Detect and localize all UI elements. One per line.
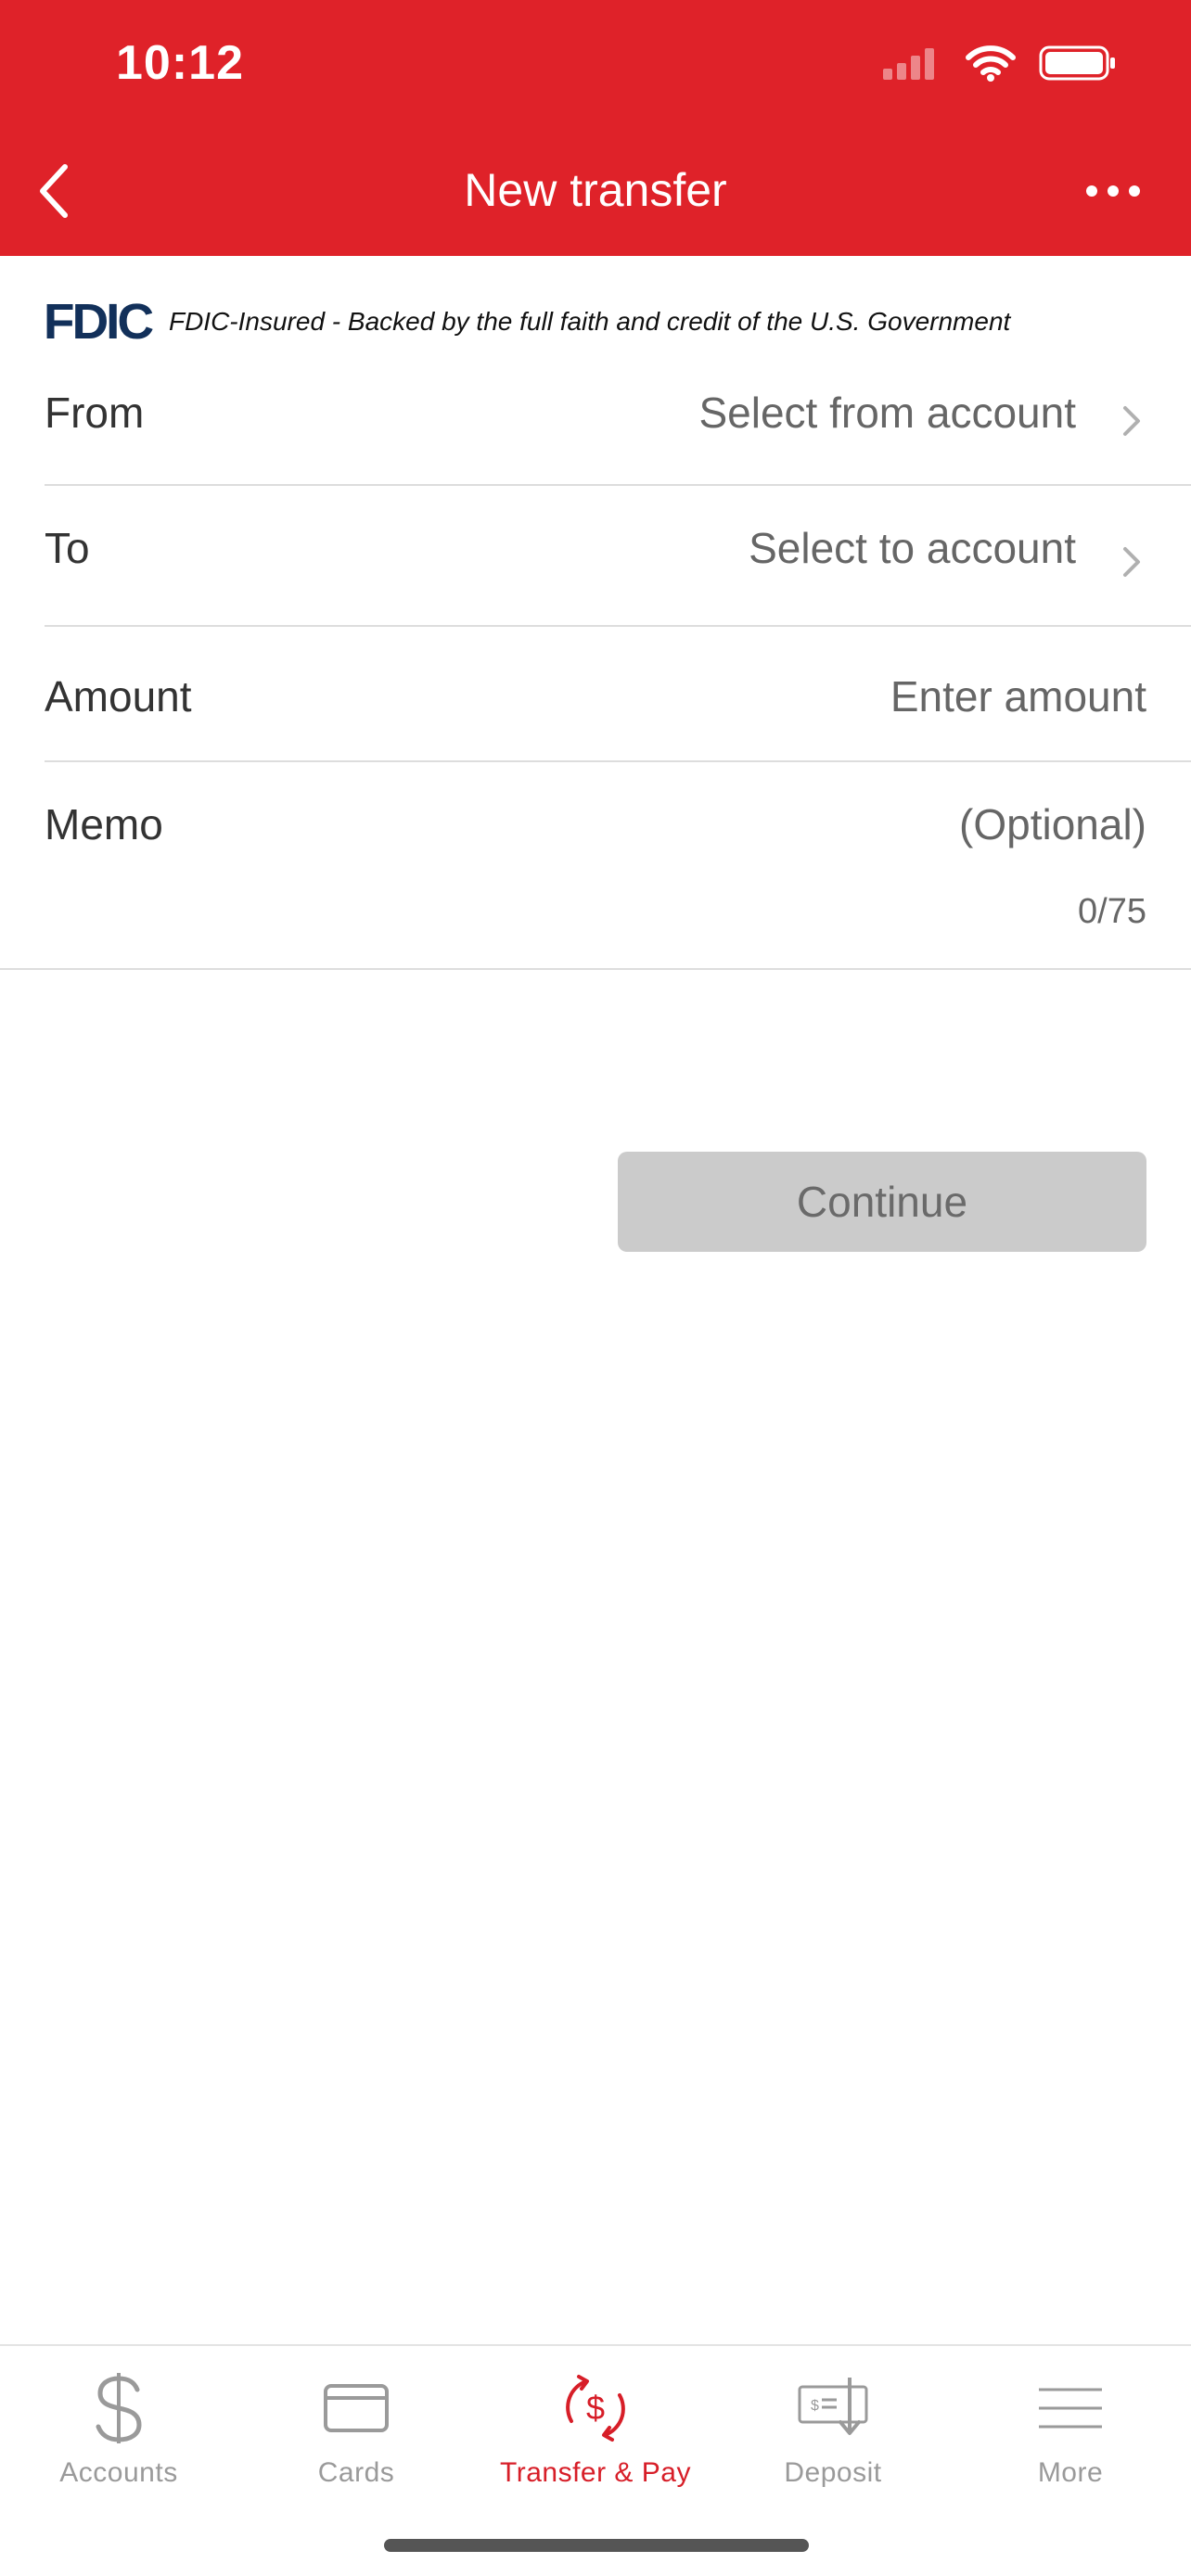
memo-label: Memo xyxy=(45,800,163,848)
card-icon xyxy=(310,2366,403,2450)
continue-button[interactable]: Continue xyxy=(618,1152,1146,1252)
memo-input[interactable]: (Optional) xyxy=(959,799,1146,849)
battery-icon xyxy=(1039,45,1115,81)
memo-row[interactable]: Memo (Optional) 0/75 xyxy=(0,762,1191,970)
menu-icon xyxy=(1024,2366,1117,2450)
dollar-icon xyxy=(72,2366,165,2450)
tab-transfer-pay[interactable]: $ Transfer & Pay xyxy=(477,2346,714,2504)
tab-accounts[interactable]: Accounts xyxy=(0,2346,237,2504)
from-label: From xyxy=(45,389,145,437)
memo-character-counter: 0/75 xyxy=(1078,892,1146,931)
from-account-row[interactable]: From Select from account xyxy=(45,352,1191,486)
to-account-row[interactable]: To Select to account xyxy=(45,486,1191,627)
ellipsis-icon xyxy=(1086,185,1140,197)
to-account-value: Select to account xyxy=(749,524,1076,572)
tab-deposit[interactable]: $ Deposit xyxy=(714,2346,952,2504)
page-title: New transfer xyxy=(464,164,727,216)
from-account-value: Select from account xyxy=(698,389,1076,437)
amount-row[interactable]: Amount Enter amount xyxy=(45,627,1191,762)
more-options-button[interactable] xyxy=(1076,165,1150,217)
tab-label: Deposit xyxy=(784,2457,882,2488)
check-deposit-icon: $ xyxy=(787,2366,879,2450)
svg-text:$: $ xyxy=(586,2389,605,2427)
to-label: To xyxy=(45,524,90,572)
wifi-icon xyxy=(966,45,1016,82)
status-time: 10:12 xyxy=(116,36,244,90)
tab-label: Accounts xyxy=(59,2457,178,2488)
app-header: 10:12 New transfer xyxy=(0,0,1191,256)
fdic-logo: FDIC xyxy=(43,294,154,350)
tab-cards[interactable]: Cards xyxy=(237,2346,475,2504)
amount-label: Amount xyxy=(45,672,192,721)
transfer-icon: $ xyxy=(549,2366,642,2450)
cellular-signal-icon xyxy=(883,46,939,80)
chevron-right-icon xyxy=(1123,406,1140,436)
svg-text:$: $ xyxy=(811,2398,819,2414)
tab-label: More xyxy=(1037,2457,1104,2488)
tab-more[interactable]: More xyxy=(952,2346,1189,2504)
home-indicator[interactable] xyxy=(384,2539,809,2552)
fdic-banner: FDIC FDIC-Insured - Backed by the full f… xyxy=(43,294,1011,350)
fdic-notice: FDIC-Insured - Backed by the full faith … xyxy=(168,307,1011,336)
chevron-right-icon xyxy=(1123,547,1140,577)
transfer-screen: 10:12 New transfer FDIC FDIC-Insured - B… xyxy=(0,0,1191,2576)
tab-label: Cards xyxy=(317,2457,395,2488)
status-icons xyxy=(883,45,1117,82)
amount-input[interactable]: Enter amount xyxy=(890,671,1146,721)
tab-label: Transfer & Pay xyxy=(500,2457,691,2488)
